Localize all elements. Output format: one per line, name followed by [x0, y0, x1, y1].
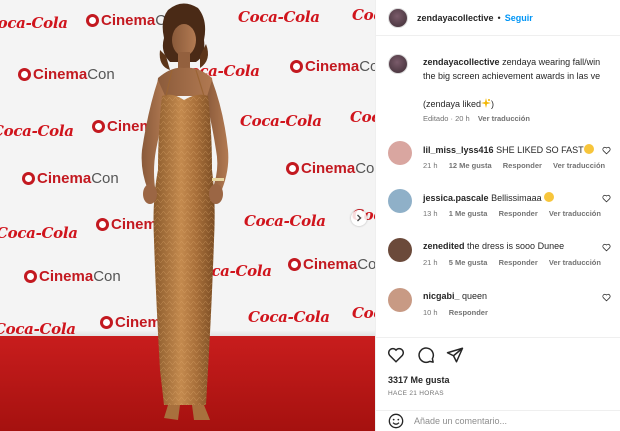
comment-likes[interactable]: 12 Me gusta	[449, 161, 492, 170]
cocacola-logo: Coca-Cola	[0, 14, 68, 32]
cinemacon-logo: CinemaCon	[22, 170, 119, 187]
see-translation-link[interactable]: Ver traducción	[478, 114, 530, 123]
heart-icon[interactable]	[602, 146, 611, 155]
cinemacon-logo: CinemaCon	[288, 256, 375, 273]
avatar[interactable]	[388, 7, 408, 28]
avatar[interactable]	[388, 54, 408, 74]
see-translation-link[interactable]: Ver traducción	[549, 258, 601, 267]
heart-icon[interactable]	[602, 194, 611, 203]
cocacola-logo: Coca-Cola	[244, 212, 326, 230]
comment-input[interactable]	[414, 416, 594, 426]
comment-meta: 21 h 12 Me gusta Responder Ver traducció…	[423, 161, 614, 170]
cocacola-logo: Coca-Cola	[352, 6, 375, 24]
comment-username[interactable]: jessica.pascale	[423, 193, 489, 203]
post-header: zendayacollective • Seguir	[376, 0, 620, 36]
reply-button[interactable]: Responder	[499, 258, 538, 267]
cocacola-logo: Coca-Cola	[248, 308, 330, 326]
comment-time: 21 h	[423, 161, 438, 170]
cocacola-logo: Coca-Cola	[0, 122, 74, 140]
post-photo[interactable]: Coca-Cola CinemaCon Coca-Cola Coca-Cola …	[0, 0, 375, 431]
likes-count[interactable]: 3317 Me gusta	[388, 375, 450, 385]
comment-body: SHE LIKED SO FAST	[496, 145, 584, 155]
liked-text: (zendaya liked	[423, 99, 482, 109]
caption-liked-note: (zendaya liked)	[423, 98, 494, 109]
comment-username[interactable]: nicgabi_	[423, 291, 460, 301]
comment-likes[interactable]: 5 Me gusta	[449, 258, 488, 267]
cinemacon-logo: CinemaCon	[290, 58, 375, 75]
post-caption: zendayacollective zendaya wearing fall/w…	[376, 46, 620, 136]
comment-body: Bellissimaaa	[491, 193, 542, 203]
caption-username[interactable]: zendayacollective	[423, 57, 500, 67]
cinemacon-logo: CinemaCon	[18, 66, 115, 83]
caption-text: zendayacollective zendaya wearing fall/w…	[423, 55, 620, 83]
separator-dot: •	[497, 12, 501, 23]
avatar[interactable]	[388, 141, 412, 165]
comment-likes[interactable]: 1 Me gusta	[449, 209, 488, 218]
cocacola-logo: Coca-Cola	[352, 304, 375, 322]
comment-username[interactable]: lil_miss_lyss416	[423, 145, 494, 155]
caption-meta: Editado · 20 h Ver traducción	[423, 114, 530, 123]
avatar[interactable]	[388, 288, 412, 312]
comment-item: jessica.pascale Bellissimaaa 13 h 1 Me g…	[376, 189, 620, 229]
comment-meta: 13 h 1 Me gusta Responder Ver traducción	[423, 209, 610, 218]
author-username[interactable]: zendayacollective	[417, 13, 494, 23]
avatar[interactable]	[388, 189, 412, 213]
post-time-ago[interactable]: HACE 21 HORAS	[388, 390, 444, 397]
follow-button[interactable]: Seguir	[505, 13, 533, 23]
comment-item: nicgabi_ queen 10 h Responder	[376, 288, 620, 328]
comment-composer	[376, 410, 620, 431]
caption-line-1: zendaya wearing fall/win	[502, 57, 601, 67]
star-struck-emoji-icon	[583, 144, 594, 154]
comment-text: lil_miss_lyss416 SHE LIKED SO FAST	[423, 144, 594, 155]
comment-item: zenedited the dress is sooo Dunee 21 h 5…	[376, 238, 620, 278]
comment-item: lil_miss_lyss416 SHE LIKED SO FAST 21 h …	[376, 141, 620, 181]
comment-text: zenedited the dress is sooo Dunee	[423, 241, 564, 251]
comment-time: 10 h	[423, 308, 438, 317]
chevron-right-icon	[357, 214, 362, 222]
caption-time: 20 h	[455, 114, 470, 123]
liked-close: )	[491, 99, 495, 109]
cocacola-logo: Coca-Cola	[350, 108, 375, 126]
comment-icon[interactable]	[417, 346, 435, 364]
reply-button[interactable]: Responder	[499, 209, 538, 218]
see-translation-link[interactable]: Ver traducción	[553, 161, 605, 170]
cocacola-logo: Coca-Cola	[238, 8, 320, 26]
avatar[interactable]	[388, 238, 412, 262]
cocacola-logo: Coca-Cola	[0, 224, 78, 242]
heart-icon[interactable]	[602, 243, 611, 252]
heart-icon[interactable]	[387, 346, 405, 364]
comment-body: queen	[462, 291, 488, 301]
heart-eyes-emoji-icon	[544, 192, 555, 202]
post-side-panel: zendayacollective • Seguir zendayacollec…	[375, 0, 620, 431]
comment-text: nicgabi_ queen	[423, 291, 487, 301]
person-figure	[141, 3, 229, 420]
caption-line-2: the big screen achievement awards in las…	[423, 71, 601, 81]
share-icon[interactable]	[446, 346, 464, 364]
post-actions	[376, 337, 620, 369]
smiley-icon[interactable]	[388, 413, 404, 429]
comment-text: jessica.pascale Bellissimaaa	[423, 192, 555, 203]
next-photo-button[interactable]	[351, 210, 367, 226]
cinemacon-logo: CinemaCon	[286, 160, 375, 177]
comment-time: 13 h	[423, 209, 438, 218]
comment-username[interactable]: zenedited	[423, 241, 465, 251]
sparkle-icon	[481, 98, 492, 108]
heart-icon[interactable]	[602, 293, 611, 302]
see-translation-link[interactable]: Ver traducción	[549, 209, 601, 218]
comment-meta: 21 h 5 Me gusta Responder Ver traducción	[423, 258, 610, 267]
edited-label: Editado	[423, 114, 449, 123]
cinemacon-logo: CinemaCon	[24, 268, 121, 285]
reply-button[interactable]: Responder	[449, 308, 488, 317]
comment-meta: 10 h Responder	[423, 308, 497, 317]
separator-dot: ·	[450, 114, 454, 123]
reply-button[interactable]: Responder	[503, 161, 542, 170]
comment-time: 21 h	[423, 258, 438, 267]
comment-body: the dress is sooo Dunee	[467, 241, 565, 251]
cocacola-logo: Coca-Cola	[240, 112, 322, 130]
